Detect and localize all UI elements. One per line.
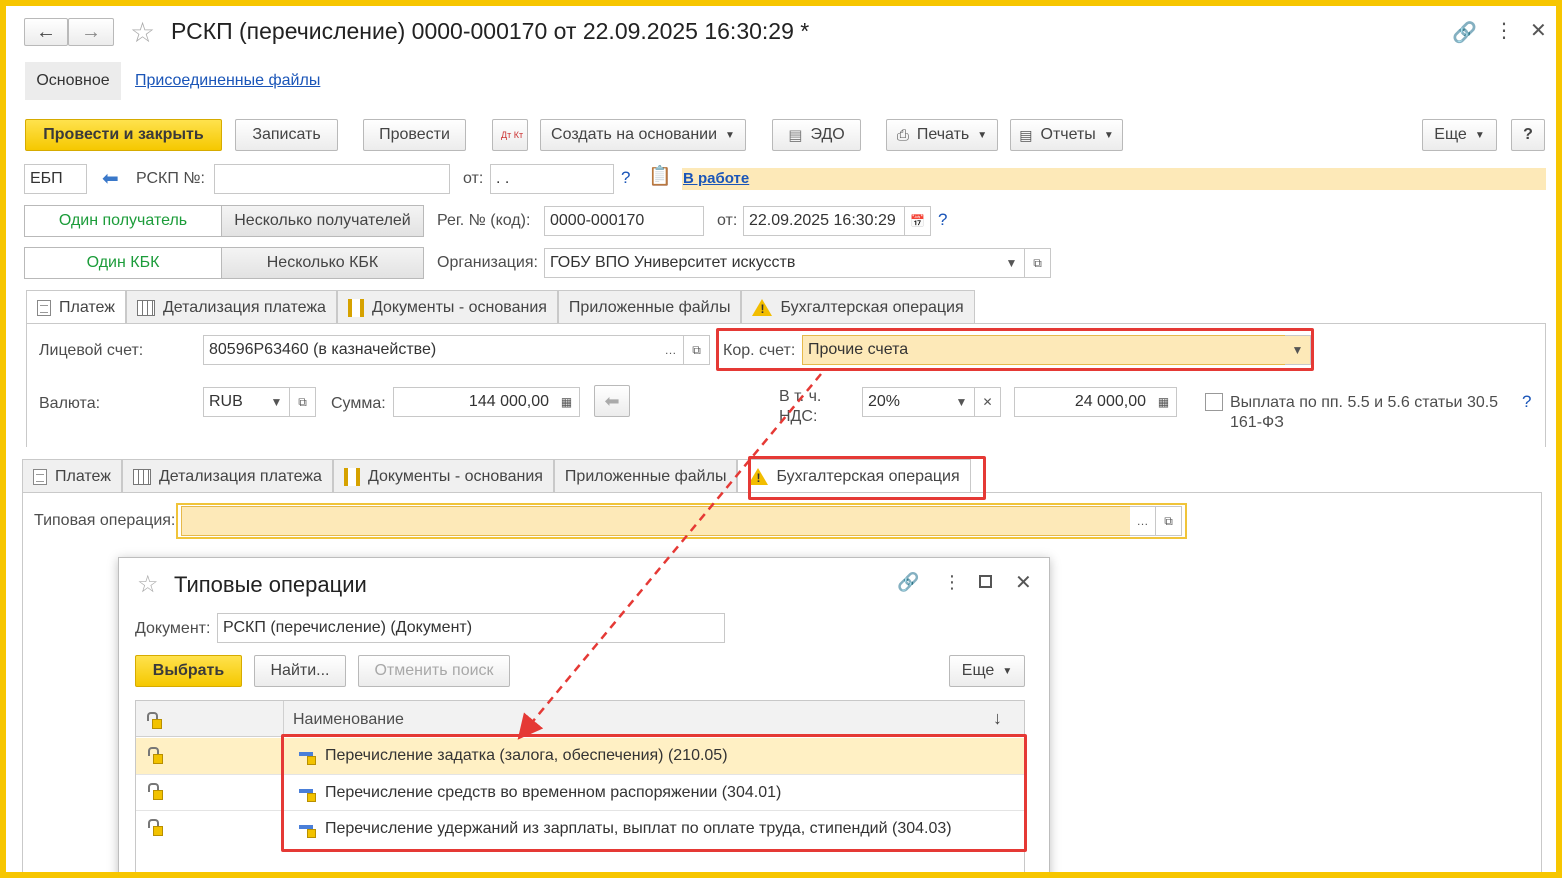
annotation-arrow [517,373,822,740]
screenshot-frame: ← → ☆ РСКП (перечисление) 0000-000170 от… [6,6,1556,872]
